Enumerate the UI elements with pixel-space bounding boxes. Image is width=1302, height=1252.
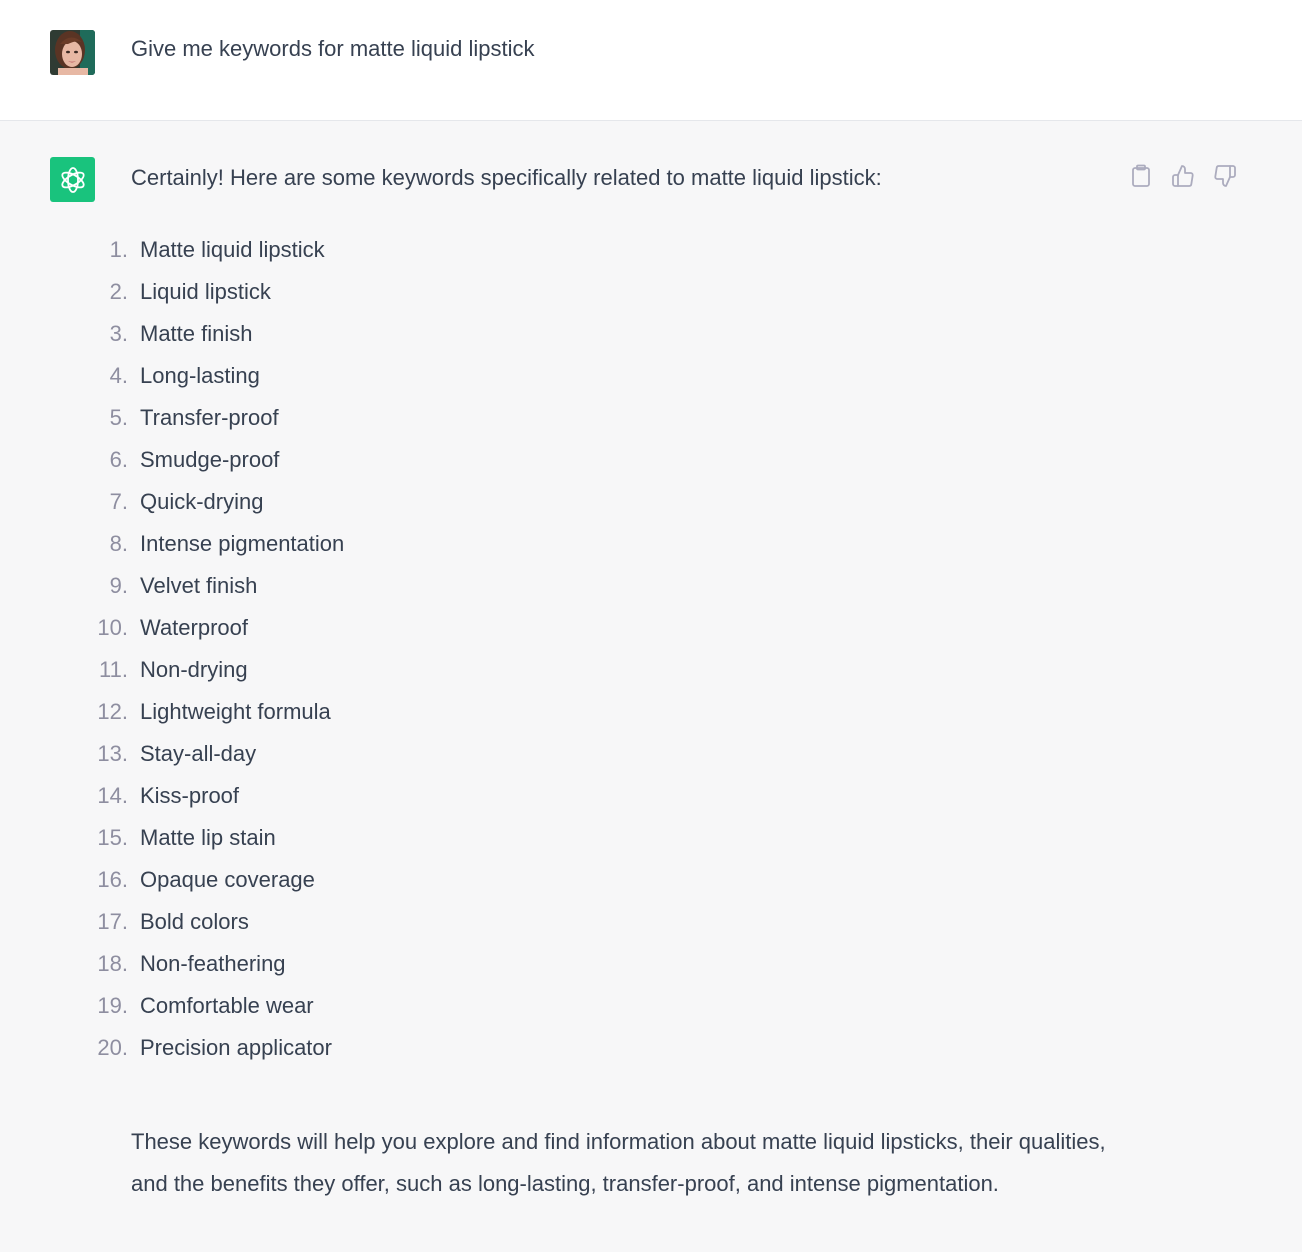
thumbs-down-icon — [1214, 165, 1236, 187]
list-item: 9. Velvet finish — [86, 565, 344, 607]
list-item: 4. Long-lasting — [86, 355, 344, 397]
list-item-text: Transfer-proof — [140, 405, 279, 430]
user-avatar-photo — [50, 30, 95, 75]
thumbs-down-button[interactable] — [1210, 161, 1240, 191]
list-item-text: Opaque coverage — [140, 867, 315, 892]
list-number: 2. — [109, 279, 128, 304]
list-item-text: Stay-all-day — [140, 741, 257, 766]
list-item-text: Lightweight formula — [140, 699, 331, 724]
user-message-text: Give me keywords for matte liquid lipsti… — [131, 36, 535, 61]
keyword-list: 1. Matte liquid lipstick 2. Liquid lipstic… — [86, 229, 344, 1069]
list-number: 11. — [99, 657, 128, 682]
list-number: 12. — [97, 699, 128, 724]
list-item-text: Smudge-proof — [140, 447, 280, 472]
list-item-text: Non-drying — [140, 657, 248, 682]
list-number: 16. — [97, 867, 128, 892]
list-item-text: Comfortable wear — [140, 993, 314, 1018]
clipboard-icon — [1132, 164, 1150, 187]
list-item: 1. Matte liquid lipstick — [86, 229, 344, 271]
list-item: 17. Bold colors — [86, 901, 344, 943]
list-item: 16. Opaque coverage — [86, 859, 344, 901]
list-item: 18. Non-feathering — [86, 943, 344, 985]
list-number: 17. — [97, 909, 128, 934]
copy-button[interactable] — [1126, 161, 1156, 191]
list-item-text: Quick-drying — [140, 489, 264, 514]
list-number: 5. — [109, 405, 128, 430]
list-item-text: Matte lip stain — [140, 825, 276, 850]
list-number: 3. — [109, 321, 128, 346]
user-message-row: Give me keywords for matte liquid lipsti… — [0, 0, 1302, 121]
list-item-text: Long-lasting — [140, 363, 260, 388]
list-item-text: Non-feathering — [140, 951, 286, 976]
user-avatar — [50, 30, 95, 75]
assistant-intro-text: Certainly! Here are some keywords specif… — [131, 165, 882, 190]
list-item-text: Intense pigmentation — [140, 531, 345, 556]
list-number: 13. — [97, 741, 128, 766]
list-item-text: Velvet finish — [140, 573, 258, 598]
list-item-text: Matte finish — [140, 321, 253, 346]
list-number: 20. — [97, 1035, 128, 1060]
thumbs-up-icon — [1172, 165, 1194, 187]
list-number: 10. — [97, 615, 128, 640]
list-number: 15. — [97, 825, 128, 850]
assistant-message-content: Certainly! Here are some keywords specif… — [97, 163, 1111, 1196]
list-item: 13. Stay-all-day — [86, 733, 344, 775]
list-item: 12. Lightweight formula — [86, 691, 344, 733]
list-number: 8. — [109, 531, 128, 556]
list-item-text: Waterproof — [140, 615, 249, 640]
list-item-text: Precision applicator — [140, 1035, 332, 1060]
list-item-text: Liquid lipstick — [140, 279, 271, 304]
list-item: 11. Non-drying — [86, 649, 344, 691]
list-number: 9. — [109, 573, 128, 598]
list-item: 5. Transfer-proof — [86, 397, 344, 439]
list-item: 19. Comfortable wear — [86, 985, 344, 1027]
list-item-text: Kiss-proof — [140, 783, 240, 808]
list-number: 7. — [109, 489, 128, 514]
assistant-message-row: Certainly! Here are some keywords specif… — [0, 121, 1302, 1252]
list-item: 6. Smudge-proof — [86, 439, 344, 481]
list-number: 19. — [97, 993, 128, 1018]
list-item: 3. Matte finish — [86, 313, 344, 355]
list-number: 4. — [109, 363, 128, 388]
list-number: 18. — [97, 951, 128, 976]
list-item: 14. Kiss-proof — [86, 775, 344, 817]
list-item-text: Bold colors — [140, 909, 249, 934]
list-item: 10. Waterproof — [86, 607, 344, 649]
list-item: 15. Matte lip stain — [86, 817, 344, 859]
list-item: 20. Precision applicator — [86, 1027, 344, 1069]
list-number: 6. — [109, 447, 128, 472]
assistant-avatar — [50, 157, 95, 202]
openai-logo-icon — [60, 166, 85, 193]
list-item: 8. Intense pigmentation — [86, 523, 345, 565]
assistant-outro-text: These keywords will help you explore and… — [131, 1129, 1106, 1196]
thumbs-up-button[interactable] — [1168, 161, 1198, 191]
list-item: 7. Quick-drying — [86, 481, 344, 523]
message-actions — [1126, 161, 1240, 191]
list-item-text: Matte liquid lipstick — [140, 237, 325, 262]
list-number: 1. — [109, 237, 128, 262]
list-number: 14. — [97, 783, 128, 808]
list-item: 2. Liquid lipstick — [86, 271, 344, 313]
